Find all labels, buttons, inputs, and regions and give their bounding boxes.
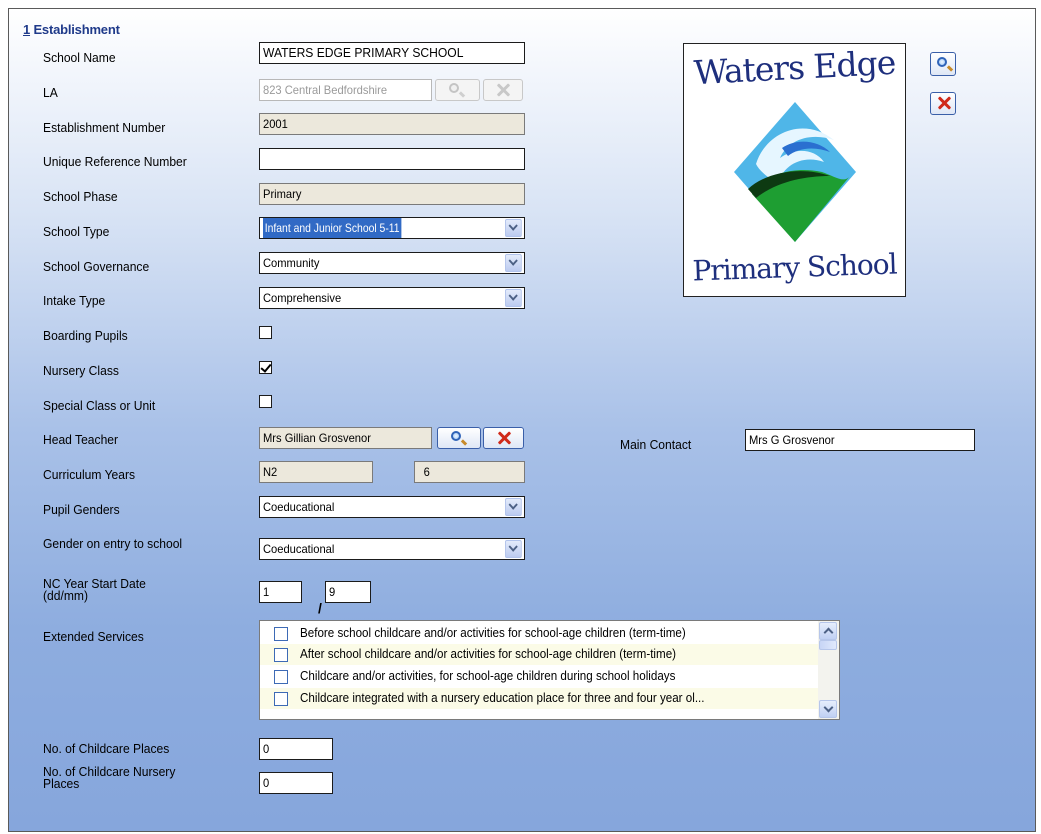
establishment-panel: 1 Establishment School Name LA Establish… xyxy=(8,8,1036,832)
list-item[interactable]: After school childcare and/or activities… xyxy=(260,644,818,665)
boarding-pupils-checkbox[interactable] xyxy=(259,326,272,339)
chevron-down-icon[interactable] xyxy=(505,540,522,558)
la-label: LA xyxy=(43,85,58,100)
boarding-pupils-label: Boarding Pupils xyxy=(43,328,128,343)
childcare-places-label: No. of Childcare Places xyxy=(43,741,170,756)
head-teacher-field: Mrs Gillian Grosvenor xyxy=(259,427,432,449)
chevron-down-icon[interactable] xyxy=(819,700,837,718)
school-governance-label: School Governance xyxy=(43,259,150,274)
establishment-number-label: Establishment Number xyxy=(43,120,166,135)
la-search-button[interactable] xyxy=(435,79,480,101)
main-contact-label: Main Contact xyxy=(620,437,692,452)
section-title: Establishment xyxy=(33,22,120,37)
magnifier-icon xyxy=(451,431,461,441)
chevron-down-icon[interactable] xyxy=(505,289,522,307)
list-item[interactable]: Before school childcare and/or activitie… xyxy=(260,623,818,644)
school-phase-label: School Phase xyxy=(43,189,118,204)
red-x-icon xyxy=(496,83,510,97)
extended-services-list[interactable]: Before school childcare and/or activitie… xyxy=(259,620,840,720)
nc-year-start-label: NC Year Start Date (dd/mm) xyxy=(43,576,146,603)
curriculum-from-field: N2 xyxy=(259,461,373,483)
head-teacher-search-button[interactable] xyxy=(437,427,481,449)
extended-services-label: Extended Services xyxy=(43,629,144,644)
special-class-label: Special Class or Unit xyxy=(43,398,156,413)
main-contact-input[interactable]: Mrs G Grosvenor xyxy=(745,429,975,451)
list-item[interactable]: Childcare and/or activities, for school-… xyxy=(260,666,818,687)
urn-label: Unique Reference Number xyxy=(43,154,187,169)
scrollbar-thumb[interactable] xyxy=(819,640,837,650)
establishment-number-field: 2001 xyxy=(259,113,525,135)
nursery-class-label: Nursery Class xyxy=(43,363,119,378)
curriculum-years-label: Curriculum Years xyxy=(43,467,136,482)
magnifier-icon xyxy=(937,57,947,67)
logo-browse-button[interactable] xyxy=(930,52,956,76)
childcare-nursery-places-label: No. of Childcare Nursery Places xyxy=(43,764,176,791)
magnifier-icon xyxy=(449,83,459,93)
school-name-label: School Name xyxy=(43,50,116,65)
page: 1 Establishment School Name LA Establish… xyxy=(0,0,1041,834)
childcare-places-input[interactable]: 0 xyxy=(259,738,333,760)
chevron-up-icon[interactable] xyxy=(819,622,837,640)
list-scrollbar[interactable] xyxy=(818,621,839,719)
section-header[interactable]: 1 Establishment xyxy=(23,22,120,37)
nc-month-input[interactable]: 9 xyxy=(325,581,371,603)
nursery-class-checkbox[interactable] xyxy=(259,361,272,374)
school-governance-select[interactable]: Community xyxy=(259,252,525,274)
list-item[interactable]: Childcare integrated with a nursery educ… xyxy=(260,688,818,709)
school-phase-field: Primary xyxy=(259,183,525,205)
extended-service-checkbox[interactable] xyxy=(274,692,288,706)
gender-on-entry-select[interactable]: Coeducational xyxy=(259,538,525,560)
red-x-icon xyxy=(937,96,951,110)
la-remove-button[interactable] xyxy=(483,79,523,101)
school-type-select[interactable]: Infant and Junior School 5-11 xyxy=(259,217,525,239)
chevron-down-icon[interactable] xyxy=(505,498,522,516)
special-class-checkbox[interactable] xyxy=(259,395,272,408)
chevron-down-icon[interactable] xyxy=(505,254,522,272)
head-teacher-remove-button[interactable] xyxy=(483,427,524,449)
nc-day-input[interactable]: 1 xyxy=(259,581,302,603)
la-field: 823 Central Bedfordshire xyxy=(259,79,432,101)
extended-service-checkbox[interactable] xyxy=(274,648,288,662)
curriculum-to-field: 6 xyxy=(414,461,525,483)
intake-type-select[interactable]: Comprehensive xyxy=(259,287,525,309)
childcare-nursery-places-input[interactable]: 0 xyxy=(259,772,333,794)
date-separator: / xyxy=(318,600,322,616)
extended-service-checkbox[interactable] xyxy=(274,670,288,684)
red-x-icon xyxy=(497,431,511,445)
gender-on-entry-label: Gender on entry to school xyxy=(43,536,183,551)
school-name-input[interactable]: WATERS EDGE PRIMARY SCHOOL xyxy=(259,42,525,64)
chevron-down-icon[interactable] xyxy=(505,219,522,237)
pupil-genders-label: Pupil Genders xyxy=(43,502,120,517)
pupil-genders-select[interactable]: Coeducational xyxy=(259,496,525,518)
urn-input[interactable] xyxy=(259,148,525,170)
extended-service-checkbox[interactable] xyxy=(274,627,288,641)
logo-remove-button[interactable] xyxy=(930,92,956,115)
section-number: 1 xyxy=(23,22,31,37)
intake-type-label: Intake Type xyxy=(43,293,106,308)
school-logo: Waters Edge Primary School xyxy=(683,43,906,297)
head-teacher-label: Head Teacher xyxy=(43,432,119,447)
school-type-label: School Type xyxy=(43,224,110,239)
